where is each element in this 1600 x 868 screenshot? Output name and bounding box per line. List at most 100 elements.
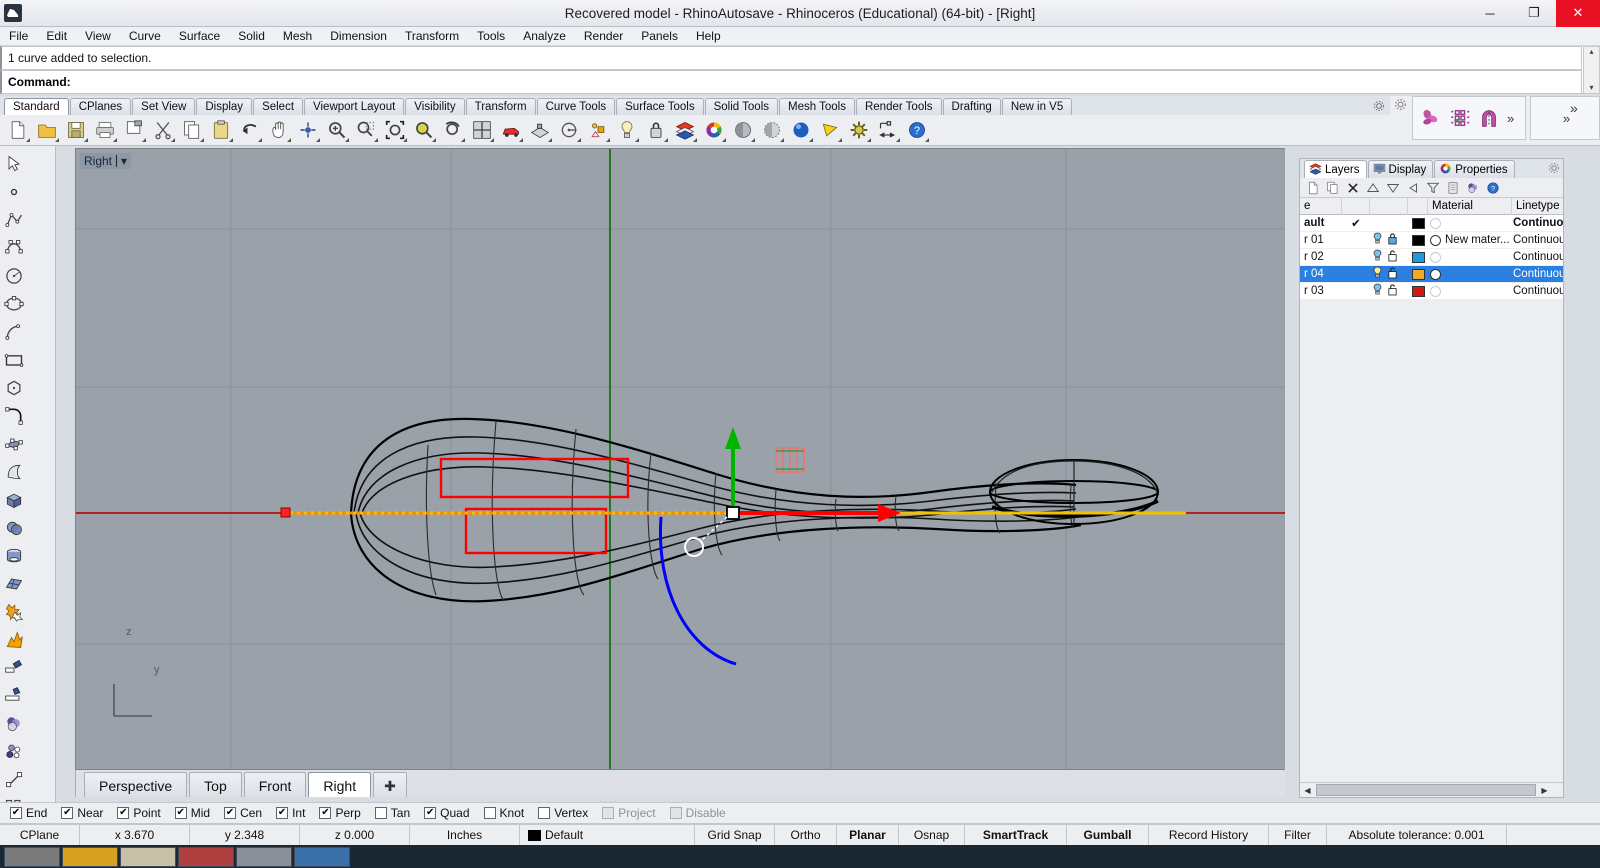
status-grid-snap[interactable]: Grid Snap [695, 825, 775, 846]
rectangle-icon[interactable] [0, 346, 28, 374]
osnap-checkbox[interactable] [538, 807, 550, 819]
layer-linetype[interactable]: Continuous [1512, 232, 1563, 249]
material-swatch-icon[interactable] [1430, 286, 1441, 297]
flyout-arrow-icon[interactable] [722, 138, 726, 142]
boolean-union-icon[interactable] [0, 598, 28, 626]
plugin-overflow-chevron[interactable]: » [1507, 111, 1514, 126]
flyout-arrow-icon[interactable] [374, 138, 378, 142]
osnap-checkbox[interactable]: ✔ [61, 807, 73, 819]
layer-color-swatch[interactable] [1408, 266, 1428, 283]
layer-tools-icon[interactable] [0, 710, 28, 738]
layer-visibility-lock[interactable] [1370, 283, 1408, 300]
toolbar-tab-set-view[interactable]: Set View [132, 98, 195, 115]
toolbar-tab-surface-tools[interactable]: Surface Tools [616, 98, 703, 115]
column-color[interactable] [1408, 198, 1428, 215]
trim-icon[interactable] [0, 654, 28, 682]
taskbar-item-1[interactable] [4, 847, 60, 867]
osnap-checkbox[interactable]: ✔ [424, 807, 436, 819]
split-icon[interactable] [0, 682, 28, 710]
rotate-view-icon[interactable] [294, 117, 322, 143]
layer-name[interactable]: r 02 [1300, 249, 1342, 266]
layer-name[interactable]: r 04 [1300, 266, 1342, 283]
render-car-icon[interactable] [497, 117, 525, 143]
scroll-down-icon[interactable]: ▾ [1584, 83, 1599, 93]
layer-visibility-lock[interactable] [1370, 215, 1408, 232]
flyout-arrow-icon[interactable] [84, 138, 88, 142]
circle-icon[interactable] [0, 262, 28, 290]
light-bulb-icon[interactable] [1372, 266, 1383, 282]
osnap-perp[interactable]: ✔Perp [319, 806, 360, 820]
osnap-knot[interactable]: Knot [484, 806, 525, 820]
new-file-icon[interactable] [4, 117, 32, 143]
dimension-icon[interactable] [874, 117, 902, 143]
named-view-icon[interactable] [555, 117, 583, 143]
column-material[interactable]: Material [1428, 198, 1512, 215]
flyout-arrow-icon[interactable] [287, 138, 291, 142]
flyout-arrow-icon[interactable] [200, 138, 204, 142]
status-record-history[interactable]: Record History [1149, 825, 1269, 846]
help-icon[interactable]: ? [1484, 179, 1501, 196]
layer-row[interactable]: r 02Continuous [1300, 249, 1563, 266]
flyout-arrow-icon[interactable] [229, 138, 233, 142]
flyout-arrow-icon[interactable] [461, 138, 465, 142]
layer-row[interactable]: r 04Continuous [1300, 266, 1563, 283]
rendered-sphere-icon[interactable] [787, 117, 815, 143]
menu-item-curve[interactable]: Curve [120, 27, 170, 45]
taskbar-item-5[interactable] [236, 847, 292, 867]
flyout-arrow-icon[interactable] [606, 138, 610, 142]
layer-linetype[interactable]: Continuous [1512, 283, 1563, 300]
flyout-arrow-icon[interactable] [26, 138, 30, 142]
flyout-arrow-icon[interactable] [432, 138, 436, 142]
menu-item-surface[interactable]: Surface [170, 27, 229, 45]
menu-item-solid[interactable]: Solid [229, 27, 274, 45]
flyout-arrow-icon[interactable] [577, 138, 581, 142]
flyout-arrow-icon[interactable] [838, 138, 842, 142]
flyout-arrow-icon[interactable] [925, 138, 929, 142]
open-file-icon[interactable] [33, 117, 61, 143]
layer-row[interactable]: r 01New mater...Continuous [1300, 232, 1563, 249]
osnap-checkbox[interactable]: ✔ [10, 807, 22, 819]
toolbar-tab-curve-tools[interactable]: Curve Tools [537, 98, 616, 115]
point-icon[interactable] [0, 178, 28, 206]
osnap-disable[interactable]: Disable [670, 806, 726, 820]
viewport-right[interactable]: Right ▾ z y [75, 148, 1297, 770]
viewport-dropdown-caret-icon[interactable]: ▾ [121, 154, 127, 168]
menu-item-panels[interactable]: Panels [632, 27, 687, 45]
undo-icon[interactable] [236, 117, 264, 143]
status-ortho[interactable]: Ortho [775, 825, 837, 846]
layer-current-check[interactable] [1342, 232, 1370, 249]
light-bulb-icon[interactable] [1372, 283, 1383, 299]
color-wheel-icon[interactable] [700, 117, 728, 143]
flyout-arrow-icon[interactable] [55, 138, 59, 142]
zoom-selected-icon[interactable] [410, 117, 438, 143]
flyout-arrow-icon[interactable] [548, 138, 552, 142]
hscroll-right-arrow-icon[interactable]: ▶ [1537, 784, 1552, 797]
layer-tools-icon[interactable] [1464, 179, 1481, 196]
layer-color-swatch[interactable] [1408, 249, 1428, 266]
grid-pattern-icon[interactable] [1446, 105, 1474, 131]
cut-paste-icon[interactable] [120, 117, 148, 143]
status-absolute-tolerance-0-001[interactable]: Absolute tolerance: 0.001 [1327, 825, 1507, 846]
lock-open-icon[interactable] [1387, 266, 1398, 282]
zoom-extents-icon[interactable] [381, 117, 409, 143]
taskbar-item-4[interactable] [178, 847, 234, 867]
zoom-previous-icon[interactable] [439, 117, 467, 143]
layer-properties-icon[interactable] [1444, 179, 1461, 196]
layer-linetype[interactable]: Continuous [1512, 215, 1563, 232]
layer-name[interactable]: ault [1300, 215, 1342, 232]
osnap-end[interactable]: ✔End [10, 806, 47, 820]
toolbar-tab-display[interactable]: Display [196, 98, 252, 115]
paste-icon[interactable] [207, 117, 235, 143]
osnap-int[interactable]: ✔Int [276, 806, 305, 820]
viewport-tab-front[interactable]: Front [244, 772, 307, 797]
menu-item-transform[interactable]: Transform [396, 27, 468, 45]
plugin-gear-icon[interactable] [1394, 98, 1407, 114]
render-preview-icon[interactable] [816, 117, 844, 143]
toolbar-tab-select[interactable]: Select [253, 98, 303, 115]
shaded-sphere-icon[interactable] [729, 117, 757, 143]
duplicate-layer-icon[interactable] [1324, 179, 1341, 196]
toolbar-tab-drafting[interactable]: Drafting [943, 98, 1001, 115]
status-inches[interactable]: Inches [410, 825, 520, 846]
layer-visibility-lock[interactable] [1370, 249, 1408, 266]
osnap-checkbox[interactable]: ✔ [117, 807, 129, 819]
